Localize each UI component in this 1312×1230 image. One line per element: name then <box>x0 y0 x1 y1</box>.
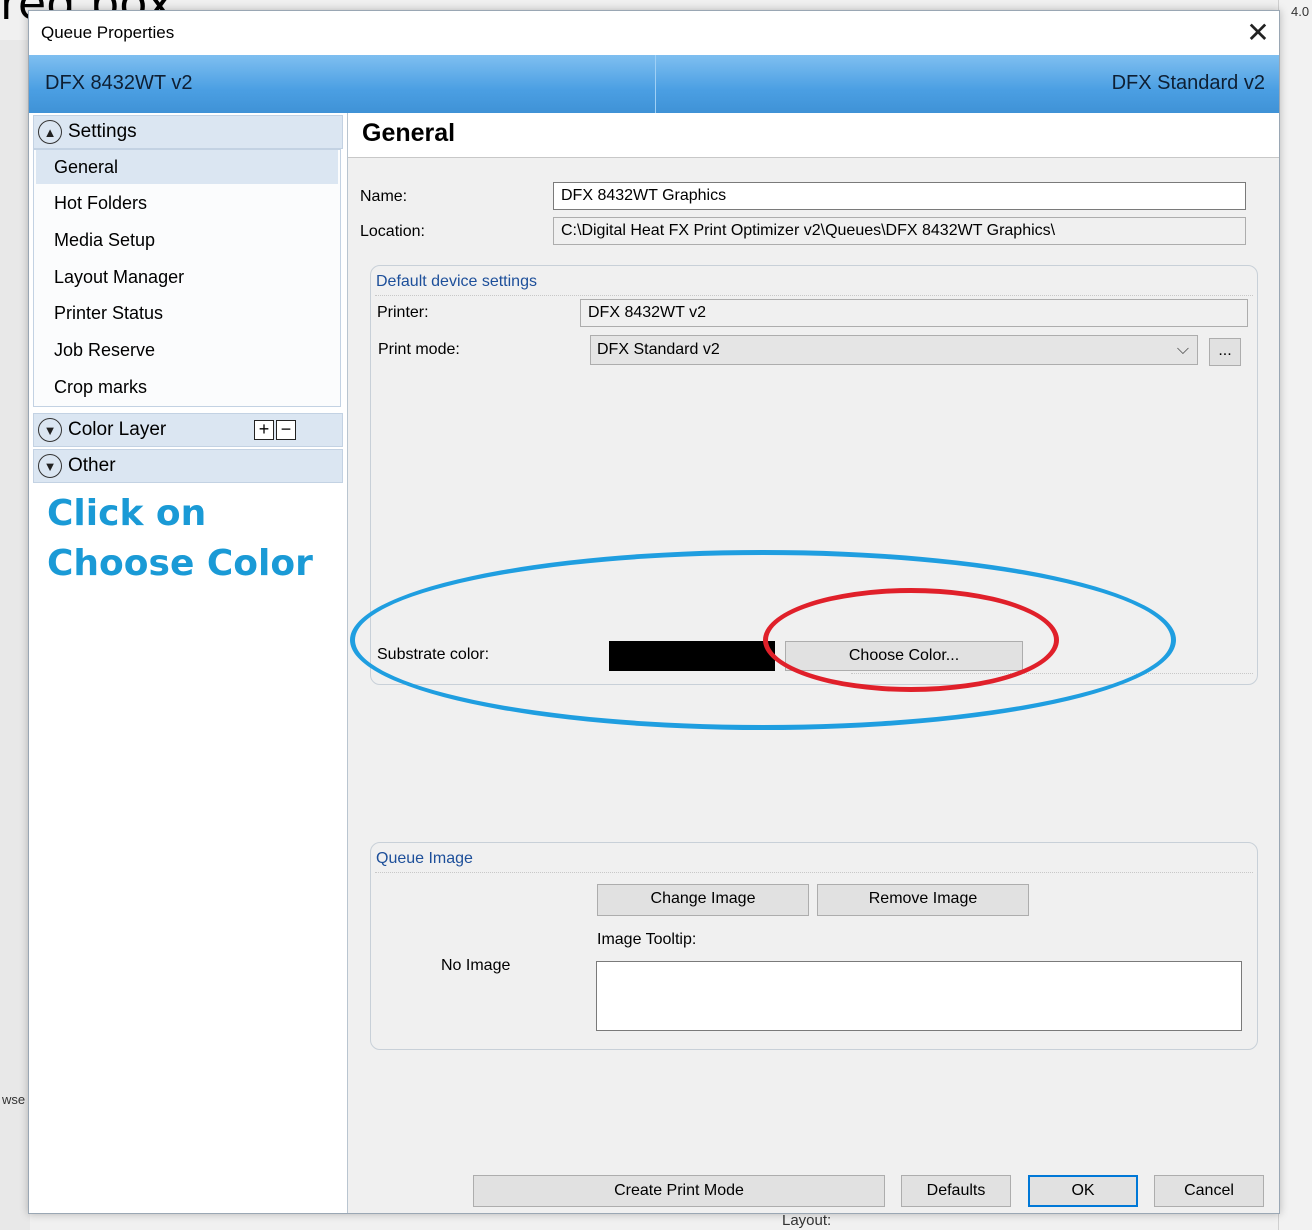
dialog-title: Queue Properties <box>41 23 175 42</box>
group-separator <box>375 872 1253 874</box>
dialog-titlebar: Queue Properties ✕ <box>29 11 1279 55</box>
change-image-button[interactable]: Change Image <box>597 884 809 916</box>
highlight-ellipse-red <box>763 588 1059 692</box>
device-settings-group-title: Default device settings <box>376 273 537 290</box>
nav-item-hot-folders[interactable]: Hot Folders <box>36 186 338 220</box>
print-mode-value: DFX Standard v2 <box>597 341 720 358</box>
name-field[interactable]: DFX 8432WT Graphics <box>553 182 1246 210</box>
collapse-chevron-icon[interactable]: ▲ <box>38 120 62 144</box>
printer-label: Printer: <box>377 304 429 321</box>
nav-item-media-setup[interactable]: Media Setup <box>36 223 338 257</box>
queue-header-bar: DFX 8432WT v2 DFX Standard v2 <box>29 55 1279 113</box>
settings-item-list: General Hot Folders Media Setup Layout M… <box>33 149 341 407</box>
nav-item-crop-marks[interactable]: Crop marks <box>36 370 338 404</box>
expand-chevron-icon[interactable]: ▼ <box>38 418 62 442</box>
name-label: Name: <box>360 188 408 205</box>
queue-printer-name: DFX 8432WT v2 <box>45 72 193 94</box>
page-title: General <box>362 119 456 147</box>
location-label: Location: <box>360 223 425 240</box>
nav-item-printer-status[interactable]: Printer Status <box>36 296 338 330</box>
background-corner-label: 4.0 <box>1291 4 1310 19</box>
settings-section-label: Settings <box>68 121 137 142</box>
ok-button[interactable]: OK <box>1028 1175 1138 1207</box>
queue-image-group: Queue Image Change Image Remove Image Im… <box>370 842 1258 1050</box>
nav-item-layout-manager[interactable]: Layout Manager <box>36 260 338 294</box>
create-print-mode-button[interactable]: Create Print Mode <box>473 1175 885 1207</box>
image-tooltip-label: Image Tooltip: <box>597 931 697 948</box>
group-separator <box>375 295 1253 297</box>
background-left-pane: wse <box>0 40 30 1230</box>
instruction-annotation: Click on Choose Color <box>47 493 313 584</box>
printer-field[interactable]: DFX 8432WT v2 <box>580 299 1248 327</box>
add-layer-icon[interactable]: + <box>254 420 274 440</box>
other-section-label: Other <box>68 455 116 476</box>
remove-image-button[interactable]: Remove Image <box>817 884 1029 916</box>
header-divider <box>655 55 656 113</box>
settings-navigation: ▲ Settings General Hot Folders Media Set… <box>29 113 348 1213</box>
queue-image-group-title: Queue Image <box>376 850 473 867</box>
defaults-button[interactable]: Defaults <box>901 1175 1011 1207</box>
chevron-down-icon: ⌵ <box>1176 341 1189 358</box>
color-layer-section-label: Color Layer <box>68 419 167 440</box>
no-image-placeholder: No Image <box>441 957 511 974</box>
image-tooltip-input[interactable] <box>596 961 1242 1031</box>
close-icon[interactable]: ✕ <box>1241 15 1275 51</box>
print-mode-label: Print mode: <box>378 341 460 358</box>
nav-item-general[interactable]: General <box>36 150 338 184</box>
cancel-button[interactable]: Cancel <box>1154 1175 1264 1207</box>
print-mode-select[interactable]: DFX Standard v2 ⌵ <box>590 335 1198 365</box>
section-title-bar: General <box>348 113 1279 158</box>
color-layer-section-header[interactable]: ▼ Color Layer + − <box>33 413 343 447</box>
background-left-label: wse <box>2 1092 26 1107</box>
print-mode-more-button[interactable]: ... <box>1209 338 1241 366</box>
nav-item-job-reserve[interactable]: Job Reserve <box>36 333 338 367</box>
other-section-header[interactable]: ▼ Other <box>33 449 343 483</box>
settings-section-header[interactable]: ▲ Settings <box>33 115 343 149</box>
queue-print-mode-name: DFX Standard v2 <box>1111 72 1265 94</box>
location-field[interactable]: C:\Digital Heat FX Print Optimizer v2\Qu… <box>553 217 1246 245</box>
background-layout-label: Layout: <box>782 1212 832 1229</box>
remove-layer-icon[interactable]: − <box>276 420 296 440</box>
background-right-pane: 4.0 <box>1278 0 1312 1230</box>
expand-chevron-icon[interactable]: ▼ <box>38 454 62 478</box>
